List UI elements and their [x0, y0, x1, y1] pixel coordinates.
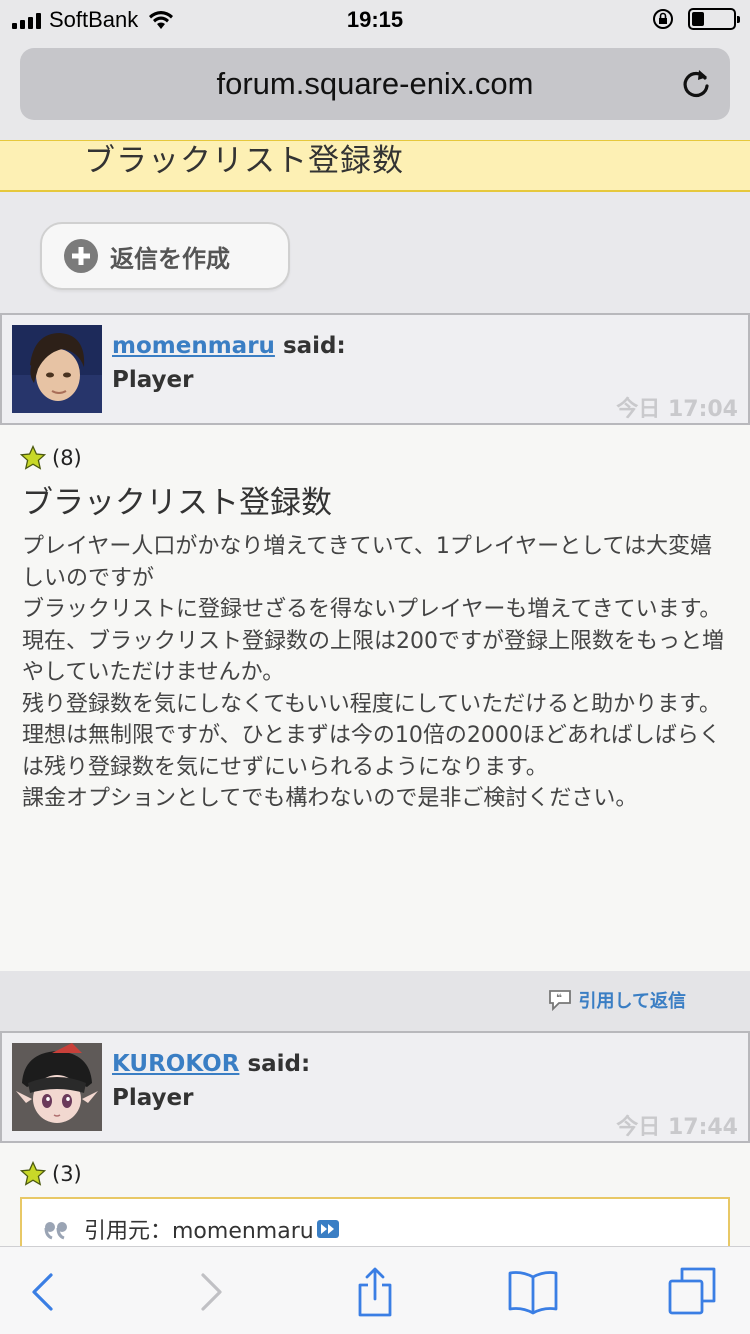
- quote-bubble-icon: ❝: [548, 990, 571, 1012]
- url-text[interactable]: forum.square-enix.com: [216, 66, 533, 102]
- post-header: momenmaru said: Player 今日 17:04: [0, 313, 750, 425]
- username-link[interactable]: KUROKOR: [112, 1051, 239, 1077]
- post-footer: ❝ 引用して返信: [0, 971, 750, 1031]
- quote-marks-icon: [44, 1222, 67, 1240]
- bookmarks-icon[interactable]: [506, 1265, 560, 1319]
- like-count[interactable]: (3): [20, 1161, 82, 1187]
- status-bar: SoftBank 19:15: [0, 0, 750, 40]
- post-header: KUROKOR said: Player 今日 17:44: [0, 1031, 750, 1143]
- like-count-value: (3): [52, 1162, 82, 1186]
- post-text-line: プレイヤー人口がかなり増えてきていて、1プレイヤーとしては大変嬉しいのですが: [22, 534, 713, 591]
- tabs-icon[interactable]: [666, 1265, 720, 1319]
- quote-reply-label[interactable]: 引用して返信: [579, 987, 686, 1013]
- said-label: said:: [282, 333, 346, 359]
- page-content: ブラックリスト登録数 返信を作成 momenmaru said: Player …: [0, 140, 750, 1246]
- post-text-line: ブラックリストに登録せざるを得ないプレイヤーも増えてきています。: [22, 597, 722, 622]
- status-right: [652, 8, 740, 30]
- user-role: Player: [112, 1085, 194, 1111]
- said-label: said:: [247, 1051, 311, 1077]
- browser-chrome: forum.square-enix.com: [0, 40, 750, 140]
- star-icon[interactable]: [20, 445, 46, 471]
- like-count[interactable]: (8): [20, 445, 82, 471]
- post-time: 今日 17:44: [616, 1115, 738, 1140]
- quote-reply-link[interactable]: ❝ 引用して返信: [547, 987, 686, 1013]
- browser-toolbar: [0, 1246, 750, 1334]
- thread-title-banner: ブラックリスト登録数: [0, 140, 750, 192]
- post-text-line: 理想は無制限ですが、ひとまずは今の10倍の2000ほどあればしばらくは残り登録数…: [22, 723, 721, 780]
- post-author-line: momenmaru said:: [112, 333, 346, 359]
- view-post-icon[interactable]: [316, 1218, 340, 1240]
- post-text-line: 残り登録数を気にしなくてもいい程度にしていただけると助かります。: [22, 691, 721, 717]
- svg-text:❝: ❝: [556, 993, 562, 1004]
- user-role: Player: [112, 367, 194, 393]
- star-icon[interactable]: [20, 1161, 46, 1187]
- thread-title: ブラックリスト登録数: [84, 143, 404, 179]
- forward-icon[interactable]: [184, 1265, 238, 1319]
- post-body: (8) ブラックリスト登録数 プレイヤー人口がかなり増えてきていて、1プレイヤー…: [0, 425, 750, 971]
- post-text: プレイヤー人口がかなり増えてきていて、1プレイヤーとしては大変嬉しいのですが ブ…: [22, 531, 732, 815]
- quote-box: 引用元：momenmaru: [20, 1197, 730, 1246]
- post-title: ブラックリスト登録数: [22, 485, 332, 521]
- post-author-line: KUROKOR said:: [112, 1051, 310, 1077]
- back-icon[interactable]: [16, 1265, 70, 1319]
- address-bar[interactable]: forum.square-enix.com: [20, 48, 730, 120]
- quote-source: 引用元：momenmaru: [42, 1213, 340, 1245]
- avatar[interactable]: [12, 325, 102, 413]
- battery-icon: [688, 8, 740, 30]
- reload-icon[interactable]: [678, 66, 714, 102]
- like-count-value: (8): [52, 446, 82, 470]
- share-icon[interactable]: [348, 1265, 402, 1319]
- post-text-line: 現在、ブラックリスト登録数の上限は200ですが登録上限数をもっと増やしていただけ…: [22, 628, 724, 686]
- post-text-line: 課金オプションとしてでも構わないので是非ご検討ください。: [22, 786, 638, 811]
- status-time: 19:15: [346, 7, 404, 32]
- quote-source-label: 引用元：momenmaru: [84, 1219, 314, 1244]
- avatar[interactable]: [12, 1043, 102, 1131]
- post-body: (3) 引用元：momenmaru: [0, 1143, 750, 1246]
- orientation-lock-icon: [653, 9, 673, 29]
- create-reply-label: 返信を作成: [110, 244, 230, 273]
- username-link[interactable]: momenmaru: [112, 333, 275, 359]
- post-time: 今日 17:04: [616, 397, 738, 422]
- plus-circle-icon: [64, 239, 98, 273]
- create-reply-button[interactable]: 返信を作成: [40, 222, 290, 290]
